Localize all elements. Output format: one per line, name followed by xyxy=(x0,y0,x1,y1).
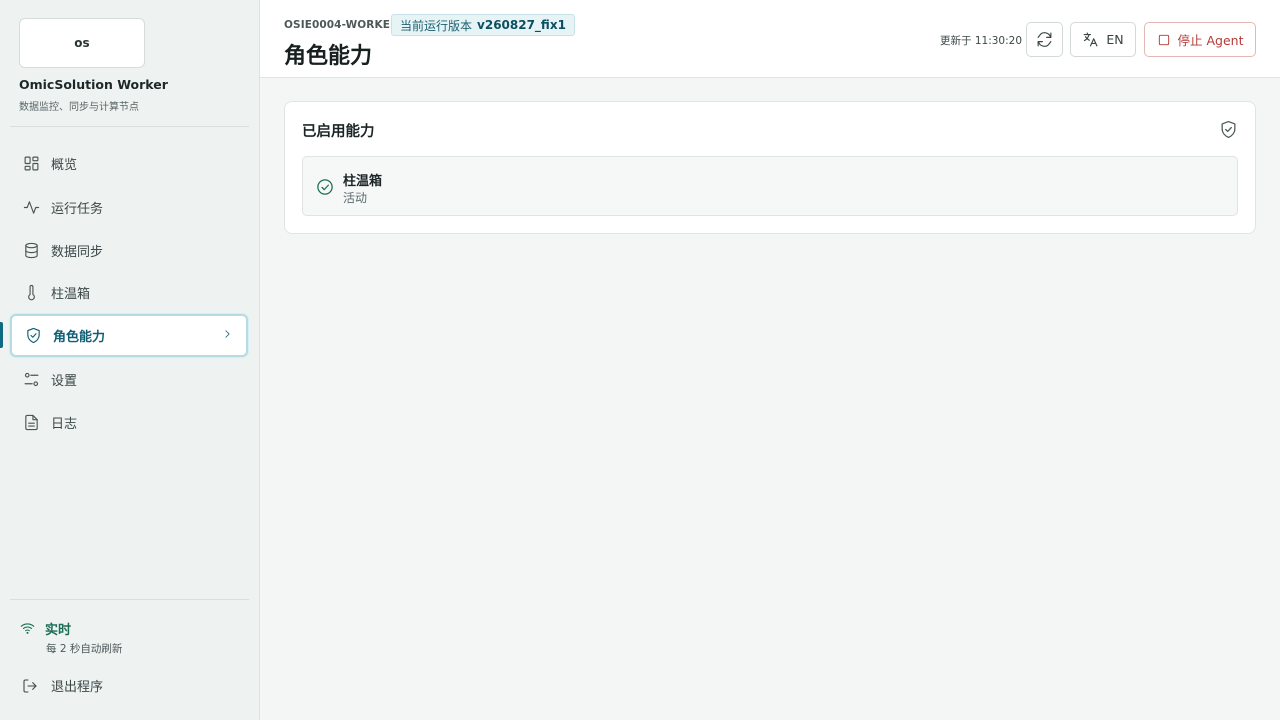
capability-name: 柱温箱 xyxy=(343,174,383,189)
shield-check-icon xyxy=(24,327,42,345)
stop-square-icon xyxy=(1158,34,1169,45)
sliders-icon xyxy=(22,370,40,388)
updated-timestamp: 更新于 11:30:20 xyxy=(940,35,1022,47)
sidebar-item-label: 日志 xyxy=(51,416,78,432)
version-badge: 当前运行版本 v260827_fix1 xyxy=(391,14,575,36)
sidebar-item-column-oven[interactable]: 柱温箱 xyxy=(10,272,248,312)
sidebar-item-data-sync[interactable]: 数据同步 xyxy=(10,230,248,270)
stop-agent-button[interactable]: 停止 Agent xyxy=(1144,22,1256,57)
sidebar-item-label: 柱温箱 xyxy=(51,286,91,302)
sidebar-item-role-capabilities[interactable]: 角色能力 xyxy=(10,314,248,357)
page-header: OSIE0004-WORKER 当前运行版本 v260827_fix1 角色能力… xyxy=(260,0,1280,78)
sidebar-item-label: 概览 xyxy=(51,157,78,173)
database-icon xyxy=(22,241,40,259)
translate-icon xyxy=(1083,32,1098,47)
enabled-capabilities-card: 已启用能力 柱温箱 活动 xyxy=(284,101,1256,234)
sidebar-item-label: 角色能力 xyxy=(53,330,106,345)
logout-icon xyxy=(23,678,37,693)
chevron-right-icon xyxy=(221,327,234,344)
app-logo: os xyxy=(19,18,145,68)
logout-label: 退出程序 xyxy=(51,680,104,695)
sidebar-divider xyxy=(10,599,249,600)
sidebar-item-overview[interactable]: 概览 xyxy=(10,143,248,183)
grid-icon xyxy=(22,154,40,172)
app-name: OmicSolution Worker xyxy=(19,77,168,92)
thermometer-icon xyxy=(22,283,40,301)
app-subtitle: 数据监控、同步与计算节点 xyxy=(19,102,139,113)
file-text-icon xyxy=(22,413,40,431)
logout-button[interactable]: 退出程序 xyxy=(22,676,103,695)
worker-id: OSIE0004-WORKER xyxy=(284,19,399,31)
sidebar-item-label: 设置 xyxy=(51,373,78,389)
version-value: v260827_fix1 xyxy=(477,18,566,32)
sidebar-item-label: 运行任务 xyxy=(51,201,104,217)
active-indicator xyxy=(0,322,3,348)
sidebar-item-settings[interactable]: 设置 xyxy=(10,359,248,399)
activity-icon xyxy=(22,198,40,216)
page-title: 角色能力 xyxy=(284,44,373,69)
refresh-icon xyxy=(1037,32,1052,47)
sidebar-item-label: 数据同步 xyxy=(51,244,104,260)
sidebar-divider xyxy=(10,126,249,127)
card-title: 已启用能力 xyxy=(302,124,375,140)
wifi-icon xyxy=(20,623,35,634)
language-toggle-button[interactable]: EN xyxy=(1070,22,1136,57)
version-label: 当前运行版本 xyxy=(400,18,473,33)
live-title: 实时 xyxy=(45,623,72,638)
sidebar-item-logs[interactable]: 日志 xyxy=(10,402,248,442)
sidebar: os OmicSolution Worker 数据监控、同步与计算节点 概览 运… xyxy=(0,0,260,720)
language-label: EN xyxy=(1106,32,1124,47)
check-circle-icon xyxy=(316,178,334,196)
refresh-button[interactable] xyxy=(1026,22,1063,57)
shield-check-icon xyxy=(1219,120,1238,139)
live-status: 实时 每 2 秒自动刷新 xyxy=(20,619,122,656)
capability-item: 柱温箱 活动 xyxy=(302,156,1238,216)
capability-status: 活动 xyxy=(343,191,368,205)
stop-agent-label: 停止 Agent xyxy=(1177,33,1244,48)
live-subtitle: 每 2 秒自动刷新 xyxy=(46,643,123,655)
sidebar-item-running-tasks[interactable]: 运行任务 xyxy=(10,187,248,227)
